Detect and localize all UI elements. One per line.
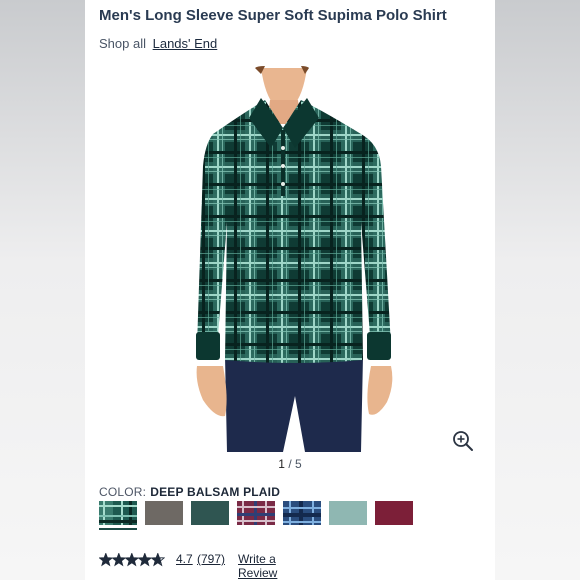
star-3-fill: [125, 553, 139, 566]
star-2-fill: [112, 553, 126, 566]
right-hand: [367, 366, 393, 415]
shop-all-prefix: Shop all: [99, 36, 146, 51]
plaid-swatch-pattern: [237, 501, 275, 525]
star-rating-icon: [99, 553, 165, 567]
star-4-fill: [138, 553, 152, 566]
swatch-burgundy-plaid[interactable]: [237, 501, 275, 525]
image-counter: 1 / 5: [85, 457, 495, 471]
brand-link[interactable]: Lands' End: [153, 36, 218, 51]
image-counter-total: 5: [295, 457, 302, 471]
plaid-swatch-pattern: [99, 501, 137, 525]
product-image[interactable]: [85, 66, 495, 452]
right-cuff: [367, 332, 391, 360]
zoom-in-icon[interactable]: [451, 429, 475, 453]
swatch-sea-green[interactable]: [329, 501, 367, 525]
swatch-deep-balsam[interactable]: [191, 501, 229, 525]
swatch-heather-brown[interactable]: [145, 501, 183, 525]
rating-value[interactable]: 4.7: [176, 552, 193, 566]
review-count-link[interactable]: (797): [197, 552, 225, 566]
product-card: Men's Long Sleeve Super Soft Supima Polo…: [85, 0, 495, 580]
product-title: Men's Long Sleeve Super Soft Supima Polo…: [99, 7, 447, 24]
image-counter-separator: /: [288, 457, 292, 471]
image-counter-current: 1: [278, 457, 285, 471]
left-cuff: [196, 332, 220, 360]
plaid-swatch-pattern: [283, 501, 321, 525]
star-1-fill: [99, 553, 113, 566]
left-hand: [196, 366, 227, 417]
trousers: [225, 356, 363, 452]
write-review-link[interactable]: Write a Review: [238, 552, 277, 580]
swatch-rich-burgundy[interactable]: [375, 501, 413, 525]
selected-color-name: DEEP BALSAM PLAID: [150, 485, 281, 499]
shop-all-line: Shop all Lands' End: [99, 36, 217, 51]
swatch-navy-plaid[interactable]: [283, 501, 321, 525]
swatch-deep-balsam-plaid[interactable]: [99, 501, 137, 530]
color-label-prefix: COLOR:: [99, 485, 147, 499]
color-label: COLOR: DEEP BALSAM PLAID: [99, 485, 280, 499]
